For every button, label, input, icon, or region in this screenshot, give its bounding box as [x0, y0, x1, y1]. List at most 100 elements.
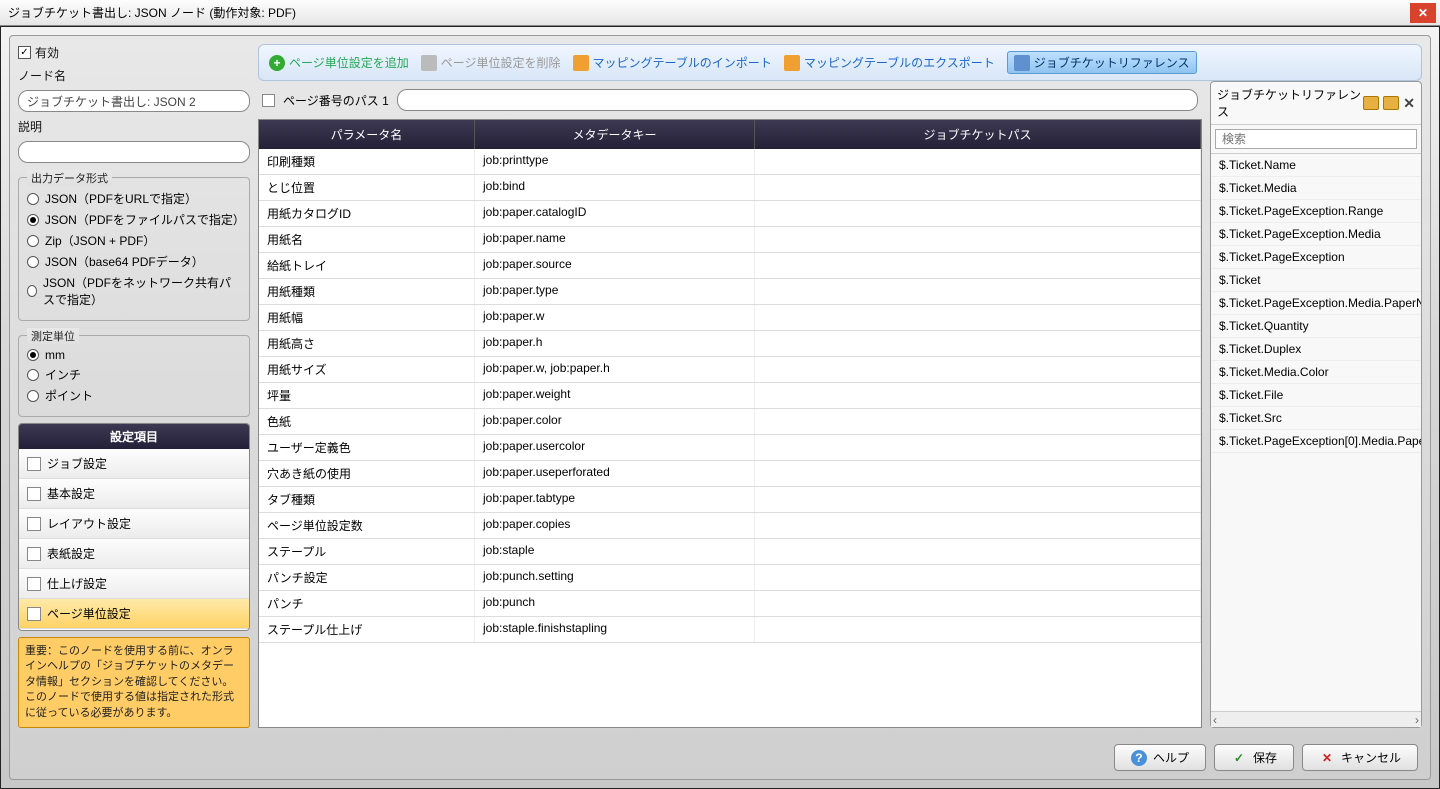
table-row[interactable]: 坪量job:paper.weight [259, 383, 1201, 409]
reference-item[interactable]: $.Ticket.PageException.Media [1211, 223, 1421, 246]
table-row[interactable]: パンチjob:punch [259, 591, 1201, 617]
output-option[interactable]: Zip（JSON + PDF） [27, 232, 241, 249]
cell-path[interactable] [755, 409, 1201, 434]
cell-path[interactable] [755, 253, 1201, 278]
page-path-checkbox[interactable] [262, 94, 275, 107]
enabled-checkbox[interactable]: ✓ [18, 46, 31, 59]
reference-list[interactable]: $.Ticket.Name$.Ticket.Media$.Ticket.Page… [1211, 153, 1421, 711]
settings-item[interactable]: 表紙設定 [19, 539, 249, 569]
table-row[interactable]: 印刷種類job:printtype [259, 149, 1201, 175]
radio-icon[interactable] [27, 256, 39, 268]
radio-icon[interactable] [27, 193, 39, 205]
settings-item[interactable]: 仕上げ設定 [19, 569, 249, 599]
table-row[interactable]: ステープル仕上げjob:staple.finishstapling [259, 617, 1201, 643]
cell-path[interactable] [755, 539, 1201, 564]
output-option[interactable]: JSON（base64 PDFデータ） [27, 253, 241, 270]
reference-item[interactable]: $.Ticket.Quantity [1211, 315, 1421, 338]
table-row[interactable]: タブ種類job:paper.tabtype [259, 487, 1201, 513]
import-mapping-button[interactable]: マッピングテーブルのインポート [573, 54, 772, 71]
table-row[interactable]: 色紙job:paper.color [259, 409, 1201, 435]
cell-path[interactable] [755, 149, 1201, 174]
reference-item[interactable]: $.Ticket.Media.Color [1211, 361, 1421, 384]
output-option[interactable]: JSON（PDFをネットワーク共有パスで指定） [27, 274, 241, 308]
reference-item[interactable]: $.Ticket.Duplex [1211, 338, 1421, 361]
export-mapping-button[interactable]: マッピングテーブルのエクスポート [784, 54, 995, 71]
reference-hscroll[interactable]: ‹› [1211, 711, 1421, 727]
table-row[interactable]: 用紙高さjob:paper.h [259, 331, 1201, 357]
reference-item[interactable]: $.Ticket.PageException.Media.PaperN [1211, 292, 1421, 315]
reference-item[interactable]: $.Ticket.File [1211, 384, 1421, 407]
table-row[interactable]: 用紙幅job:paper.w [259, 305, 1201, 331]
table-row[interactable]: 用紙カタログIDjob:paper.catalogID [259, 201, 1201, 227]
unit-group: 測定単位 mmインチポイント [18, 335, 250, 417]
radio-icon[interactable] [27, 369, 39, 381]
add-page-button[interactable]: +ページ単位設定を追加 [269, 54, 409, 71]
table-row[interactable]: ページ単位設定数job:paper.copies [259, 513, 1201, 539]
reference-search-input[interactable] [1215, 129, 1417, 149]
output-option[interactable]: JSON（PDFをファイルパスで指定） [27, 211, 241, 228]
table-row[interactable]: 用紙名job:paper.name [259, 227, 1201, 253]
cell-path[interactable] [755, 591, 1201, 616]
desc-input[interactable] [18, 141, 250, 163]
settings-list[interactable]: ジョブ設定基本設定レイアウト設定表紙設定仕上げ設定ページ単位設定タブ設定 [19, 449, 249, 630]
cell-path[interactable] [755, 513, 1201, 538]
cell-path[interactable] [755, 383, 1201, 408]
reference-item[interactable]: $.Ticket [1211, 269, 1421, 292]
radio-icon[interactable] [27, 235, 39, 247]
radio-icon[interactable] [27, 214, 39, 226]
copy-icon[interactable] [1383, 96, 1399, 110]
cell-path[interactable] [755, 279, 1201, 304]
enabled-row[interactable]: ✓ 有効 [18, 44, 250, 61]
settings-item[interactable]: ジョブ設定 [19, 449, 249, 479]
reference-item[interactable]: $.Ticket.Media [1211, 177, 1421, 200]
cell-path[interactable] [755, 201, 1201, 226]
cell-path[interactable] [755, 175, 1201, 200]
cell-path[interactable] [755, 461, 1201, 486]
page-path-input[interactable] [397, 89, 1198, 111]
unit-option[interactable]: インチ [27, 366, 241, 383]
table-row[interactable]: ステープルjob:staple [259, 539, 1201, 565]
settings-item[interactable]: レイアウト設定 [19, 509, 249, 539]
settings-item[interactable]: 基本設定 [19, 479, 249, 509]
table-row[interactable]: 給紙トレイjob:paper.source [259, 253, 1201, 279]
settings-item-label: 基本設定 [47, 485, 95, 502]
table-row[interactable]: 用紙種類job:paper.type [259, 279, 1201, 305]
reference-item[interactable]: $.Ticket.PageException[0].Media.Pape [1211, 430, 1421, 453]
cancel-button[interactable]: ✕キャンセル [1302, 744, 1418, 771]
cell-path[interactable] [755, 331, 1201, 356]
table-row[interactable]: とじ位置job:bind [259, 175, 1201, 201]
unit-option[interactable]: ポイント [27, 387, 241, 404]
settings-item[interactable]: ページ単位設定 [19, 599, 249, 629]
table-row[interactable]: ユーザー定義色job:paper.usercolor [259, 435, 1201, 461]
save-button[interactable]: ✓保存 [1214, 744, 1294, 771]
settings-item[interactable]: タブ設定 [19, 629, 249, 630]
cell-path[interactable] [755, 565, 1201, 590]
radio-icon[interactable] [27, 285, 37, 297]
table-body[interactable]: 印刷種類job:printtypeとじ位置job:bind用紙カタログIDjob… [259, 149, 1201, 727]
reference-toggle-button[interactable]: ジョブチケットリファレンス [1007, 51, 1197, 74]
reference-item[interactable]: $.Ticket.Name [1211, 154, 1421, 177]
table-row[interactable]: パンチ設定job:punch.setting [259, 565, 1201, 591]
table-row[interactable]: 用紙サイズjob:paper.w, job:paper.h [259, 357, 1201, 383]
close-button[interactable]: ✕ [1410, 3, 1436, 23]
node-name-input[interactable] [18, 90, 250, 112]
reference-panel: ジョブチケットリファレンス ✕ $.Ticket.Name$.Ticket.Me… [1210, 81, 1422, 728]
radio-icon[interactable] [27, 349, 39, 361]
radio-icon[interactable] [27, 390, 39, 402]
reference-close-button[interactable]: ✕ [1403, 95, 1415, 112]
delete-page-button[interactable]: ページ単位設定を削除 [421, 54, 561, 71]
output-option[interactable]: JSON（PDFをURLで指定） [27, 190, 241, 207]
reference-item[interactable]: $.Ticket.Src [1211, 407, 1421, 430]
folder-icon[interactable] [1363, 96, 1379, 110]
help-button[interactable]: ?ヘルプ [1114, 744, 1206, 771]
cell-path[interactable] [755, 357, 1201, 382]
cell-path[interactable] [755, 305, 1201, 330]
unit-option[interactable]: mm [27, 348, 241, 362]
cell-path[interactable] [755, 617, 1201, 642]
table-row[interactable]: 穴あき紙の使用job:paper.useperforated [259, 461, 1201, 487]
cell-path[interactable] [755, 487, 1201, 512]
cell-path[interactable] [755, 435, 1201, 460]
reference-item[interactable]: $.Ticket.PageException.Range [1211, 200, 1421, 223]
cell-path[interactable] [755, 227, 1201, 252]
reference-item[interactable]: $.Ticket.PageException [1211, 246, 1421, 269]
